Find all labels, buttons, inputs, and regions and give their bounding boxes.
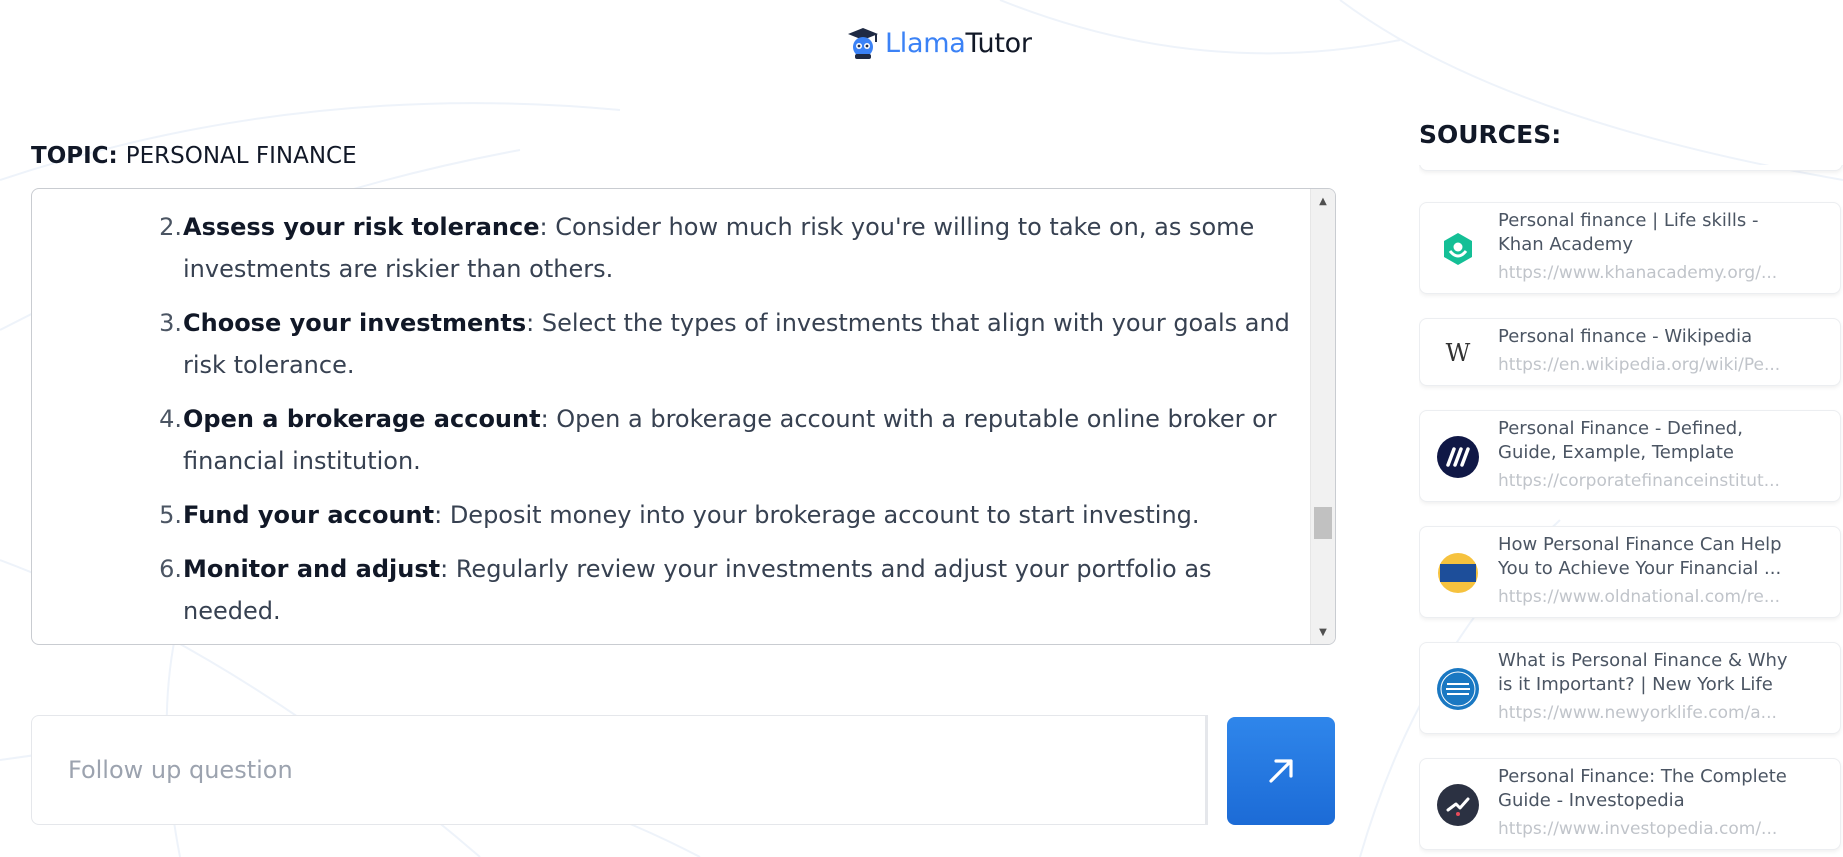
source-card[interactable]: Personal Finance: The Complete Guide - I… <box>1419 758 1841 850</box>
scroll-thumb[interactable] <box>1314 507 1332 539</box>
list-item-term: Fund your account <box>183 501 435 529</box>
list-item-number: 3. <box>159 309 182 337</box>
cfi-icon <box>1437 436 1479 478</box>
topic-value: PERSONAL FINANCE <box>125 143 357 169</box>
list-item-term: Assess your risk tolerance <box>183 213 540 241</box>
list-item: 6. Monitor and adjust: Regularly review y… <box>32 548 1311 632</box>
answer-list: 2. Assess your risk tolerance: Consider h… <box>32 206 1311 644</box>
arrow-up-right-icon <box>1269 759 1293 783</box>
list-item-term: Open a brokerage account <box>183 405 541 433</box>
followup-input-container <box>31 715 1206 825</box>
old-national-icon <box>1437 552 1479 594</box>
list-item-number: 5. <box>159 501 182 529</box>
list-item: 3. Choose your investments: Select the ty… <box>32 302 1311 386</box>
source-title: Personal finance - Wikipedia <box>1498 326 1753 347</box>
list-item-term: Monitor and adjust <box>183 555 441 583</box>
source-url: https://www.investopedia.com/... <box>1498 819 1778 839</box>
source-title: Personal Finance - Defined, Guide, Examp… <box>1498 418 1743 463</box>
logo-text-llama: Llama <box>885 27 966 59</box>
list-item-number: 2. <box>159 213 182 241</box>
list-item-text: : Deposit money into your brokerage acco… <box>434 501 1200 529</box>
list-item: 2. Assess your risk tolerance: Consider h… <box>32 206 1311 290</box>
source-card[interactable]: Personal Finance - Defined, Guide, Examp… <box>1419 410 1841 502</box>
investopedia-icon <box>1437 784 1479 826</box>
source-title: How Personal Finance Can Help You to Ach… <box>1498 534 1782 579</box>
source-url: https://en.wikipedia.org/wiki/Pe... <box>1498 355 1781 375</box>
answer-panel: 2. Assess your risk tolerance: Consider h… <box>31 188 1336 645</box>
answer-scroll-area[interactable]: 2. Assess your risk tolerance: Consider h… <box>32 189 1311 644</box>
wikipedia-icon: W <box>1445 339 1471 367</box>
sources-list: Personal finance | Life skills - Khan Ac… <box>1419 165 1843 857</box>
logo-text-tutor: Tutor <box>965 27 1032 59</box>
source-card[interactable]: W Personal finance - Wikipedia https://e… <box>1419 318 1841 386</box>
source-card[interactable]: Personal finance | Life skills - Khan Ac… <box>1419 202 1841 294</box>
app-logo[interactable]: LlamaTutor <box>846 25 1032 61</box>
source-url: https://www.oldnational.com/re... <box>1498 587 1781 607</box>
source-title: Personal finance | Life skills - Khan Ac… <box>1498 210 1759 255</box>
list-item: 4. Open a brokerage account: Open a broke… <box>32 398 1311 482</box>
list-item: 5. Fund your account: Deposit money into … <box>32 494 1311 536</box>
source-card[interactable]: How Personal Finance Can Help You to Ach… <box>1419 526 1841 618</box>
input-divider <box>1206 715 1208 825</box>
answer-scrollbar[interactable]: ▲ ▼ <box>1310 189 1335 644</box>
topic-heading: TOPIC: PERSONAL FINANCE <box>31 143 357 169</box>
source-card-partial[interactable] <box>1419 165 1843 171</box>
send-button[interactable] <box>1227 717 1335 825</box>
khan-academy-icon <box>1437 228 1479 270</box>
source-url: https://www.newyorklife.com/a... <box>1498 703 1777 723</box>
list-item-number: 4. <box>159 405 182 433</box>
source-url: https://www.khanacademy.org/... <box>1498 263 1778 283</box>
scroll-down-arrow-icon[interactable]: ▼ <box>1311 622 1335 642</box>
topic-label: TOPIC: <box>31 143 118 169</box>
sources-title: SOURCES: <box>1419 120 1562 149</box>
followup-question-input[interactable] <box>32 716 1205 824</box>
new-york-life-icon <box>1437 668 1479 710</box>
source-card[interactable]: What is Personal Finance & Why is it Imp… <box>1419 642 1841 734</box>
source-url: https://corporatefinanceinstitut... <box>1498 471 1780 491</box>
source-title: Personal Finance: The Complete Guide - I… <box>1498 766 1787 811</box>
scroll-up-arrow-icon[interactable]: ▲ <box>1311 191 1335 211</box>
list-item-number: 6. <box>159 555 182 583</box>
list-item-term: Choose your investments <box>183 309 527 337</box>
llama-graduate-icon <box>848 28 878 59</box>
source-title: What is Personal Finance & Why is it Imp… <box>1498 650 1788 695</box>
